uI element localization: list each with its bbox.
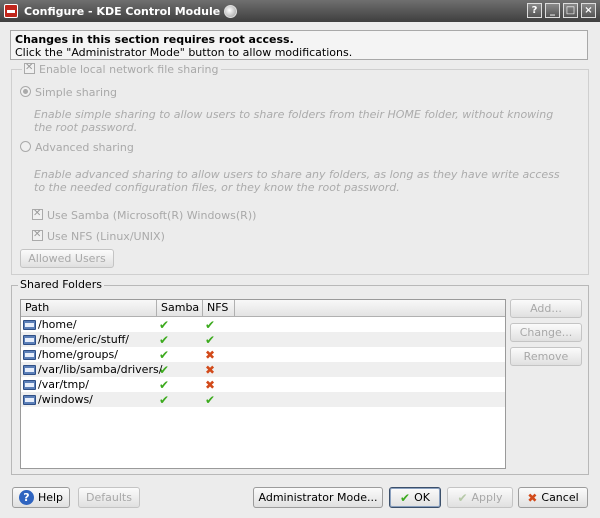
samba-checkmark-icon: ✔ xyxy=(159,347,170,362)
advanced-sharing-description: Enable advanced sharing to allow users t… xyxy=(34,168,560,194)
table-row[interactable]: /home/groups/ ✔ ✖ xyxy=(21,347,505,362)
maximize-button[interactable]: □ xyxy=(563,3,578,18)
folder-icon xyxy=(23,364,36,375)
nfs-checkmark-icon: ✔ xyxy=(205,392,216,407)
table-row[interactable]: /var/tmp/ ✔ ✖ xyxy=(21,377,505,392)
simple-sharing-label: Simple sharing xyxy=(35,86,118,99)
remove-folder-button[interactable]: Remove xyxy=(510,347,582,366)
ok-button[interactable]: ✔ OK xyxy=(389,487,441,508)
use-nfs-label: Use NFS (Linux/UNIX) xyxy=(47,230,165,243)
path-text: /windows/ xyxy=(38,393,93,406)
path-cell: /home/ xyxy=(21,318,157,331)
path-cell: /windows/ xyxy=(21,393,157,406)
shared-folders-title: Shared Folders xyxy=(18,278,104,291)
table-row[interactable]: /windows/ ✔ ✔ xyxy=(21,392,505,407)
advanced-sharing-radio[interactable]: Advanced sharing xyxy=(20,141,134,154)
path-text: /var/tmp/ xyxy=(38,378,89,391)
folder-icon xyxy=(23,319,36,330)
advanced-sharing-label: Advanced sharing xyxy=(35,141,134,154)
path-text: /home/eric/stuff/ xyxy=(38,333,129,346)
nfs-cross-icon: ✖ xyxy=(205,377,216,392)
nfs-cross-icon: ✖ xyxy=(205,362,216,377)
simple-sharing-description: Enable simple sharing to allow users to … xyxy=(34,108,554,134)
nfs-checkmark-icon: ✔ xyxy=(205,332,216,347)
title-bar[interactable]: Configure - KDE Control Module ? _ □ × xyxy=(0,0,600,22)
shared-folders-table[interactable]: Path Samba NFS /home/ ✔ ✔ /home/eric/stu… xyxy=(20,299,506,469)
folder-icon xyxy=(23,379,36,390)
administrator-mode-button[interactable]: Administrator Mode... xyxy=(253,487,383,508)
kde-control-module-icon xyxy=(4,4,18,18)
kde-control-module-window: Configure - KDE Control Module ? _ □ × C… xyxy=(0,0,600,518)
checkmark-icon: ✔ xyxy=(400,490,411,505)
minimize-button[interactable]: _ xyxy=(545,3,560,18)
window-title: Configure - KDE Control Module xyxy=(24,4,221,18)
enable-sharing-label: Enable local network file sharing xyxy=(39,63,219,76)
simple-sharing-radio-dot[interactable] xyxy=(20,86,31,97)
folder-icon xyxy=(23,349,36,360)
table-row[interactable]: /var/lib/samba/drivers/ ✔ ✖ xyxy=(21,362,505,377)
path-cell: /var/tmp/ xyxy=(21,378,157,391)
table-row[interactable]: /home/eric/stuff/ ✔ ✔ xyxy=(21,332,505,347)
sharing-options-group: Enable local network file sharing Simple… xyxy=(11,62,589,275)
simple-sharing-radio[interactable]: Simple sharing xyxy=(20,86,117,99)
folder-icon xyxy=(23,334,36,345)
cancel-button[interactable]: ✖ Cancel xyxy=(518,487,588,508)
whats-this-button[interactable]: ? xyxy=(527,3,542,18)
samba-checkmark-icon: ✔ xyxy=(159,362,170,377)
samba-checkmark-icon: ✔ xyxy=(159,317,170,332)
enable-sharing-checkbox[interactable]: Enable local network file sharing xyxy=(22,62,221,76)
table-row[interactable]: /home/ ✔ ✔ xyxy=(21,317,505,332)
enable-sharing-checkbox-box[interactable] xyxy=(24,62,35,74)
use-samba-checkbox-box[interactable] xyxy=(32,208,43,220)
root-access-notice: Changes in this section requires root ac… xyxy=(10,30,588,60)
apply-button[interactable]: ✔ Apply xyxy=(447,487,513,508)
advanced-sharing-radio-dot[interactable] xyxy=(20,141,31,152)
nfs-checkmark-icon: ✔ xyxy=(205,317,216,332)
notice-title: Changes in this section requires root ac… xyxy=(15,33,294,46)
table-header: Path Samba NFS xyxy=(21,300,505,317)
allowed-users-button[interactable]: Allowed Users xyxy=(20,249,114,268)
samba-checkmark-icon: ✔ xyxy=(159,377,170,392)
path-text: /var/lib/samba/drivers/ xyxy=(38,363,163,376)
use-nfs-checkbox[interactable]: Use NFS (Linux/UNIX) xyxy=(32,229,165,243)
path-cell: /home/groups/ xyxy=(21,348,157,361)
path-text: /home/groups/ xyxy=(38,348,118,361)
add-folder-button[interactable]: Add... xyxy=(510,299,582,318)
shared-folders-group: Shared Folders Path Samba NFS /home/ ✔ ✔… xyxy=(11,278,589,475)
help-button[interactable]: ? Help xyxy=(12,487,70,508)
path-cell: /home/eric/stuff/ xyxy=(21,333,157,346)
samba-checkmark-icon: ✔ xyxy=(159,392,170,407)
cross-icon: ✖ xyxy=(527,490,538,505)
use-samba-label: Use Samba (Microsoft(R) Windows(R)) xyxy=(47,209,257,222)
column-header-nfs[interactable]: NFS xyxy=(203,300,235,316)
column-header-path[interactable]: Path xyxy=(21,300,157,316)
nfs-cross-icon: ✖ xyxy=(205,347,216,362)
apply-checkmark-icon: ✔ xyxy=(457,490,468,505)
busy-indicator-icon xyxy=(224,4,238,18)
samba-checkmark-icon: ✔ xyxy=(159,332,170,347)
use-samba-checkbox[interactable]: Use Samba (Microsoft(R) Windows(R)) xyxy=(32,208,257,222)
cancel-label: Cancel xyxy=(541,491,579,504)
path-text: /home/ xyxy=(38,318,77,331)
ok-label: OK xyxy=(414,491,430,504)
folder-icon xyxy=(23,394,36,405)
help-label: Help xyxy=(37,491,64,504)
column-header-samba[interactable]: Samba xyxy=(157,300,203,316)
path-cell: /var/lib/samba/drivers/ xyxy=(21,363,162,376)
change-folder-button[interactable]: Change... xyxy=(510,323,582,342)
apply-label: Apply xyxy=(471,491,503,504)
help-icon: ? xyxy=(18,490,34,505)
notice-subtitle: Click the "Administrator Mode" button to… xyxy=(15,46,353,59)
window-controls: ? _ □ × xyxy=(527,3,596,18)
close-button[interactable]: × xyxy=(581,3,596,18)
use-nfs-checkbox-box[interactable] xyxy=(32,229,43,241)
defaults-button[interactable]: Defaults xyxy=(78,487,140,508)
